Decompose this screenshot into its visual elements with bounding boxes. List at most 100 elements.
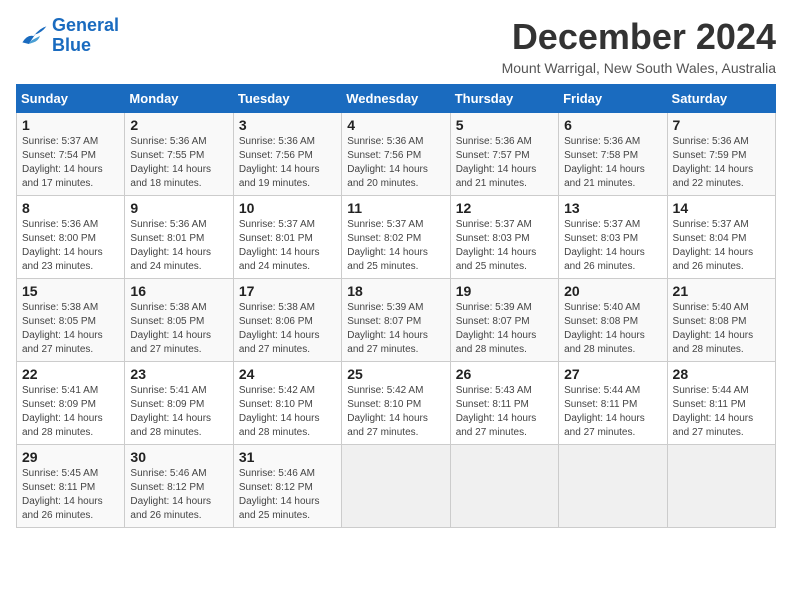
day-number: 13	[564, 200, 661, 216]
calendar-cell: 24 Sunrise: 5:42 AM Sunset: 8:10 PM Dayli…	[233, 362, 341, 445]
col-wednesday: Wednesday	[342, 85, 450, 113]
day-info: Sunrise: 5:41 AM Sunset: 8:09 PM Dayligh…	[130, 384, 227, 440]
day-info: Sunrise: 5:36 AM Sunset: 7:55 PM Dayligh…	[130, 135, 227, 191]
day-number: 17	[239, 283, 336, 299]
calendar-cell: 2Sunrise: 5:36 AM Sunset: 7:55 PM Daylig…	[125, 113, 233, 196]
calendar-week-2: 8 Sunrise: 5:36 AM Sunset: 8:00 PM Daylig…	[17, 196, 776, 279]
calendar-cell: 18 Sunrise: 5:39 AM Sunset: 8:07 PM Dayli…	[342, 279, 450, 362]
day-number: 8	[22, 200, 119, 216]
logo-text-general: General	[52, 16, 119, 36]
day-number: 3	[239, 117, 336, 133]
calendar-cell: 13 Sunrise: 5:37 AM Sunset: 8:03 PM Dayli…	[559, 196, 667, 279]
day-number: 26	[456, 366, 553, 382]
calendar-cell: 10 Sunrise: 5:37 AM Sunset: 8:01 PM Dayli…	[233, 196, 341, 279]
day-info: Sunrise: 5:44 AM Sunset: 8:11 PM Dayligh…	[673, 384, 770, 440]
day-info: Sunrise: 5:36 AM Sunset: 7:58 PM Dayligh…	[564, 135, 661, 191]
calendar-cell	[559, 445, 667, 528]
day-number: 24	[239, 366, 336, 382]
calendar-cell: 20Sunrise: 5:40 AM Sunset: 8:08 PM Dayli…	[559, 279, 667, 362]
day-info: Sunrise: 5:36 AM Sunset: 7:57 PM Dayligh…	[456, 135, 553, 191]
day-number: 21	[673, 283, 770, 299]
calendar-cell: 5Sunrise: 5:36 AM Sunset: 7:57 PM Daylig…	[450, 113, 558, 196]
day-info: Sunrise: 5:40 AM Sunset: 8:08 PM Dayligh…	[564, 301, 661, 357]
day-number: 4	[347, 117, 444, 133]
day-info: Sunrise: 5:42 AM Sunset: 8:10 PM Dayligh…	[347, 384, 444, 440]
calendar-cell: 15 Sunrise: 5:38 AM Sunset: 8:05 PM Dayli…	[17, 279, 125, 362]
day-info: Sunrise: 5:45 AM Sunset: 8:11 PM Dayligh…	[22, 467, 119, 523]
calendar-cell: 22 Sunrise: 5:41 AM Sunset: 8:09 PM Dayli…	[17, 362, 125, 445]
day-number: 6	[564, 117, 661, 133]
calendar-cell: 23Sunrise: 5:41 AM Sunset: 8:09 PM Dayli…	[125, 362, 233, 445]
day-info: Sunrise: 5:39 AM Sunset: 8:07 PM Dayligh…	[456, 301, 553, 357]
day-number: 30	[130, 449, 227, 465]
day-info: Sunrise: 5:37 AM Sunset: 8:02 PM Dayligh…	[347, 218, 444, 274]
calendar-cell: 3 Sunrise: 5:36 AM Sunset: 7:56 PM Daylig…	[233, 113, 341, 196]
day-number: 22	[22, 366, 119, 382]
day-info: Sunrise: 5:36 AM Sunset: 7:59 PM Dayligh…	[673, 135, 770, 191]
calendar-cell: 4 Sunrise: 5:36 AM Sunset: 7:56 PM Daylig…	[342, 113, 450, 196]
day-info: Sunrise: 5:41 AM Sunset: 8:09 PM Dayligh…	[22, 384, 119, 440]
logo-text-blue: Blue	[52, 36, 119, 56]
day-info: Sunrise: 5:37 AM Sunset: 8:01 PM Dayligh…	[239, 218, 336, 274]
calendar-cell: 29 Sunrise: 5:45 AM Sunset: 8:11 PM Dayli…	[17, 445, 125, 528]
calendar-cell	[667, 445, 775, 528]
day-number: 19	[456, 283, 553, 299]
calendar-cell: 1Sunrise: 5:37 AM Sunset: 7:54 PM Daylig…	[17, 113, 125, 196]
col-saturday: Saturday	[667, 85, 775, 113]
calendar-cell: 19 Sunrise: 5:39 AM Sunset: 8:07 PM Dayli…	[450, 279, 558, 362]
day-number: 31	[239, 449, 336, 465]
calendar-title: December 2024	[502, 16, 776, 58]
calendar-week-4: 22 Sunrise: 5:41 AM Sunset: 8:09 PM Dayli…	[17, 362, 776, 445]
day-info: Sunrise: 5:36 AM Sunset: 8:01 PM Dayligh…	[130, 218, 227, 274]
calendar-week-3: 15 Sunrise: 5:38 AM Sunset: 8:05 PM Dayli…	[17, 279, 776, 362]
calendar-cell: 6 Sunrise: 5:36 AM Sunset: 7:58 PM Daylig…	[559, 113, 667, 196]
calendar-cell: 25Sunrise: 5:42 AM Sunset: 8:10 PM Dayli…	[342, 362, 450, 445]
col-tuesday: Tuesday	[233, 85, 341, 113]
calendar-subtitle: Mount Warrigal, New South Wales, Austral…	[502, 60, 776, 76]
logo-icon	[16, 20, 48, 52]
calendar-cell: 7Sunrise: 5:36 AM Sunset: 7:59 PM Daylig…	[667, 113, 775, 196]
day-number: 9	[130, 200, 227, 216]
day-number: 29	[22, 449, 119, 465]
day-info: Sunrise: 5:39 AM Sunset: 8:07 PM Dayligh…	[347, 301, 444, 357]
calendar-cell: 30 Sunrise: 5:46 AM Sunset: 8:12 PM Dayli…	[125, 445, 233, 528]
day-info: Sunrise: 5:36 AM Sunset: 7:56 PM Dayligh…	[239, 135, 336, 191]
day-info: Sunrise: 5:37 AM Sunset: 8:04 PM Dayligh…	[673, 218, 770, 274]
day-info: Sunrise: 5:36 AM Sunset: 8:00 PM Dayligh…	[22, 218, 119, 274]
day-info: Sunrise: 5:37 AM Sunset: 8:03 PM Dayligh…	[564, 218, 661, 274]
calendar-cell: 27 Sunrise: 5:44 AM Sunset: 8:11 PM Dayli…	[559, 362, 667, 445]
calendar-cell: 11 Sunrise: 5:37 AM Sunset: 8:02 PM Dayli…	[342, 196, 450, 279]
col-friday: Friday	[559, 85, 667, 113]
day-info: Sunrise: 5:36 AM Sunset: 7:56 PM Dayligh…	[347, 135, 444, 191]
day-number: 28	[673, 366, 770, 382]
day-info: Sunrise: 5:40 AM Sunset: 8:08 PM Dayligh…	[673, 301, 770, 357]
day-info: Sunrise: 5:38 AM Sunset: 8:06 PM Dayligh…	[239, 301, 336, 357]
calendar-cell: 14 Sunrise: 5:37 AM Sunset: 8:04 PM Dayli…	[667, 196, 775, 279]
header-row: Sunday Monday Tuesday Wednesday Thursday…	[17, 85, 776, 113]
logo: General Blue	[16, 16, 119, 56]
calendar-cell: 31 Sunrise: 5:46 AM Sunset: 8:12 PM Dayli…	[233, 445, 341, 528]
day-info: Sunrise: 5:37 AM Sunset: 8:03 PM Dayligh…	[456, 218, 553, 274]
calendar-week-1: 1Sunrise: 5:37 AM Sunset: 7:54 PM Daylig…	[17, 113, 776, 196]
col-monday: Monday	[125, 85, 233, 113]
col-thursday: Thursday	[450, 85, 558, 113]
day-info: Sunrise: 5:38 AM Sunset: 8:05 PM Dayligh…	[22, 301, 119, 357]
day-number: 16	[130, 283, 227, 299]
day-info: Sunrise: 5:43 AM Sunset: 8:11 PM Dayligh…	[456, 384, 553, 440]
day-info: Sunrise: 5:42 AM Sunset: 8:10 PM Dayligh…	[239, 384, 336, 440]
calendar-cell: 12Sunrise: 5:37 AM Sunset: 8:03 PM Dayli…	[450, 196, 558, 279]
calendar-cell	[450, 445, 558, 528]
calendar-cell: 16Sunrise: 5:38 AM Sunset: 8:05 PM Dayli…	[125, 279, 233, 362]
day-number: 10	[239, 200, 336, 216]
day-number: 14	[673, 200, 770, 216]
day-info: Sunrise: 5:44 AM Sunset: 8:11 PM Dayligh…	[564, 384, 661, 440]
day-number: 15	[22, 283, 119, 299]
day-number: 18	[347, 283, 444, 299]
calendar-cell: 28 Sunrise: 5:44 AM Sunset: 8:11 PM Dayli…	[667, 362, 775, 445]
day-number: 27	[564, 366, 661, 382]
day-info: Sunrise: 5:46 AM Sunset: 8:12 PM Dayligh…	[130, 467, 227, 523]
day-number: 11	[347, 200, 444, 216]
day-info: Sunrise: 5:46 AM Sunset: 8:12 PM Dayligh…	[239, 467, 336, 523]
calendar-table: Sunday Monday Tuesday Wednesday Thursday…	[16, 84, 776, 528]
day-info: Sunrise: 5:37 AM Sunset: 7:54 PM Dayligh…	[22, 135, 119, 191]
